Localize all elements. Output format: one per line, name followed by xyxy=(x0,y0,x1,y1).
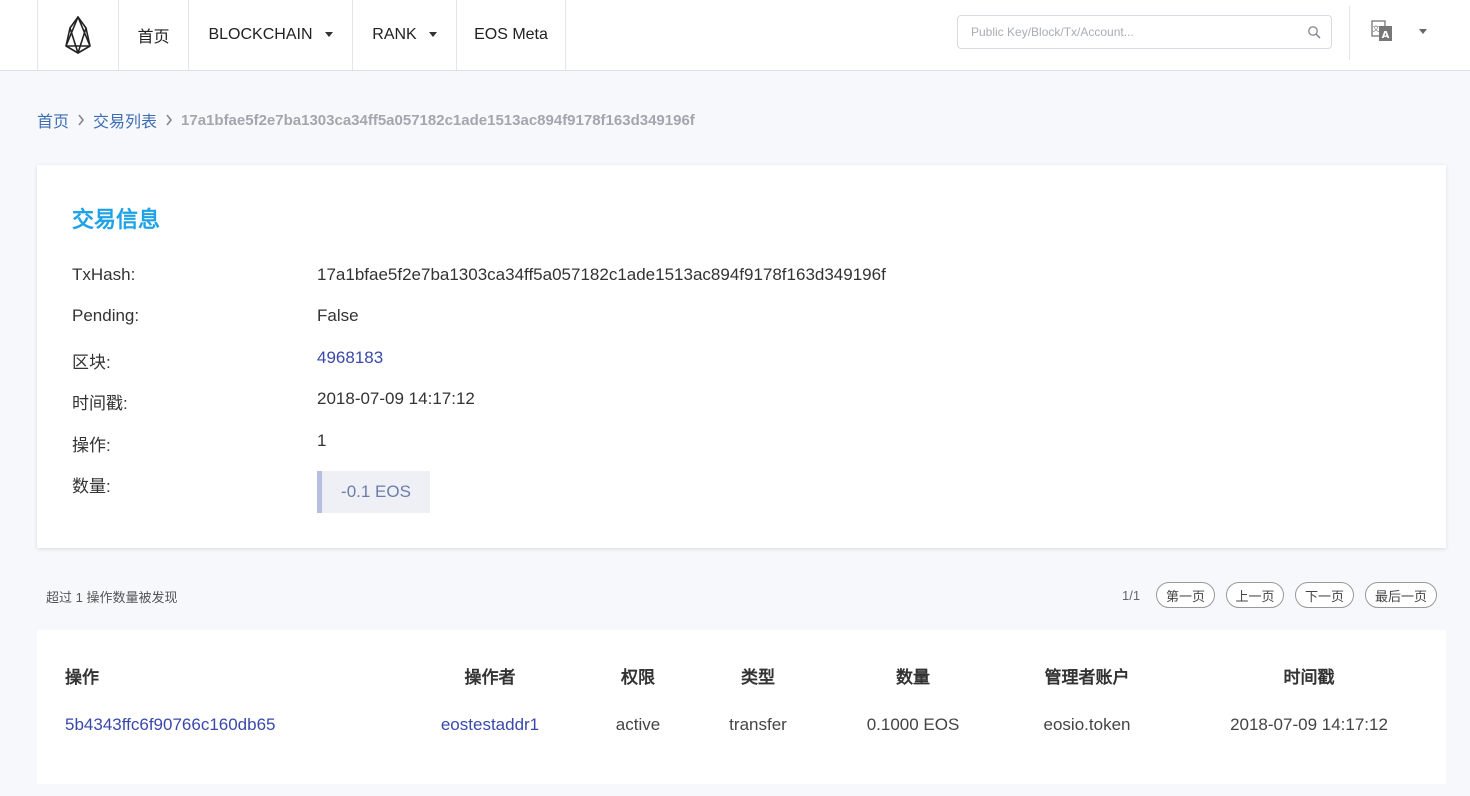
breadcrumb-home[interactable]: 首页 xyxy=(37,108,69,132)
nav-home[interactable]: 首页 xyxy=(119,0,189,70)
timestamp-label: 时间戳: xyxy=(72,394,128,413)
caret-down-icon xyxy=(428,31,437,37)
chevron-right-icon xyxy=(69,110,93,130)
chevron-right-icon xyxy=(157,110,181,130)
actor-link[interactable]: eostestaddr1 xyxy=(441,715,539,735)
amount-label: 数量: xyxy=(72,477,111,496)
prev-page-button[interactable]: 上一页 xyxy=(1226,582,1284,608)
last-page-button[interactable]: 最后一页 xyxy=(1365,582,1437,608)
svg-text:文: 文 xyxy=(1373,24,1380,33)
logo-link[interactable] xyxy=(37,0,119,70)
column-header-action: 操作 xyxy=(65,668,99,687)
translate-icon[interactable]: A 文 xyxy=(1371,20,1393,42)
top-navbar: 首页 BLOCKCHAIN RANK EOS Meta A 文 xyxy=(0,0,1470,71)
nav-home-label: 首页 xyxy=(137,29,170,46)
nav-blockchain-label: BLOCKCHAIN xyxy=(208,26,313,43)
pending-value: False xyxy=(317,306,359,325)
eos-logo-icon xyxy=(65,16,91,54)
header-divider xyxy=(1349,6,1350,60)
search-input[interactable] xyxy=(958,16,1288,48)
column-header-quantity: 数量 xyxy=(896,668,930,687)
manager-account-cell: eosio.token xyxy=(1043,715,1131,734)
results-found-text: 超过 1 操作数量被发现 xyxy=(46,590,178,605)
breadcrumb-transaction-list[interactable]: 交易列表 xyxy=(93,108,157,132)
nav-rank-label: RANK xyxy=(372,26,417,43)
type-cell: transfer xyxy=(729,715,787,734)
permission-cell: active xyxy=(615,715,661,734)
actions-label: 操作: xyxy=(72,436,111,455)
svg-text:A: A xyxy=(1382,30,1390,41)
actions-table: 操作 操作者 权限 类型 数量 管理者账户 时间戳 5b4343ffc6f907… xyxy=(37,630,1446,784)
card-title: 交易信息 xyxy=(72,207,161,232)
column-header-timestamp: 时间戳 xyxy=(1283,668,1335,687)
pending-label: Pending: xyxy=(72,306,140,325)
transaction-info-card: 交易信息 TxHash: 17a1bfae5f2e7ba1303ca34ff5a… xyxy=(37,165,1446,548)
column-header-permission: 权限 xyxy=(621,668,655,687)
caret-down-icon xyxy=(324,31,333,37)
action-id-link[interactable]: 5b4343ffc6f90766c160db65 xyxy=(65,715,276,735)
column-header-type: 类型 xyxy=(741,668,775,687)
nav-blockchain-dropdown[interactable]: BLOCKCHAIN xyxy=(189,0,353,70)
txhash-label: TxHash: xyxy=(72,265,136,284)
amount-value: -0.1 EOS xyxy=(341,482,411,501)
breadcrumb: 首页 交易列表 17a1bfae5f2e7ba1303ca34ff5a05718… xyxy=(37,108,695,132)
next-page-button[interactable]: 下一页 xyxy=(1295,582,1354,608)
timestamp-value: 2018-07-09 14:17:12 xyxy=(317,389,475,408)
actions-value: 1 xyxy=(317,431,327,450)
search-box xyxy=(957,15,1332,49)
search-icon[interactable] xyxy=(1307,25,1321,39)
quantity-cell: 0.1000 EOS xyxy=(866,715,960,734)
nav-rank-dropdown[interactable]: RANK xyxy=(353,0,457,70)
column-header-actor: 操作者 xyxy=(464,668,516,687)
amount-badge: -0.1 EOS xyxy=(317,471,430,513)
block-label: 区块: xyxy=(72,353,111,372)
language-caret-down-icon[interactable] xyxy=(1419,29,1427,34)
nav-eos-meta[interactable]: EOS Meta xyxy=(457,0,566,70)
block-link[interactable]: 4968183 xyxy=(317,348,383,368)
column-header-manager-account: 管理者账户 xyxy=(1044,668,1130,687)
txhash-value: 17a1bfae5f2e7ba1303ca34ff5a057182c1ade15… xyxy=(317,265,886,284)
page-count: 1/1 xyxy=(1122,588,1141,603)
timestamp-cell: 2018-07-09 14:17:12 xyxy=(1230,715,1388,734)
first-page-button[interactable]: 第一页 xyxy=(1156,582,1215,608)
breadcrumb-current: 17a1bfae5f2e7ba1303ca34ff5a057182c1ade15… xyxy=(181,111,695,129)
nav-eos-meta-label: EOS Meta xyxy=(474,26,548,43)
